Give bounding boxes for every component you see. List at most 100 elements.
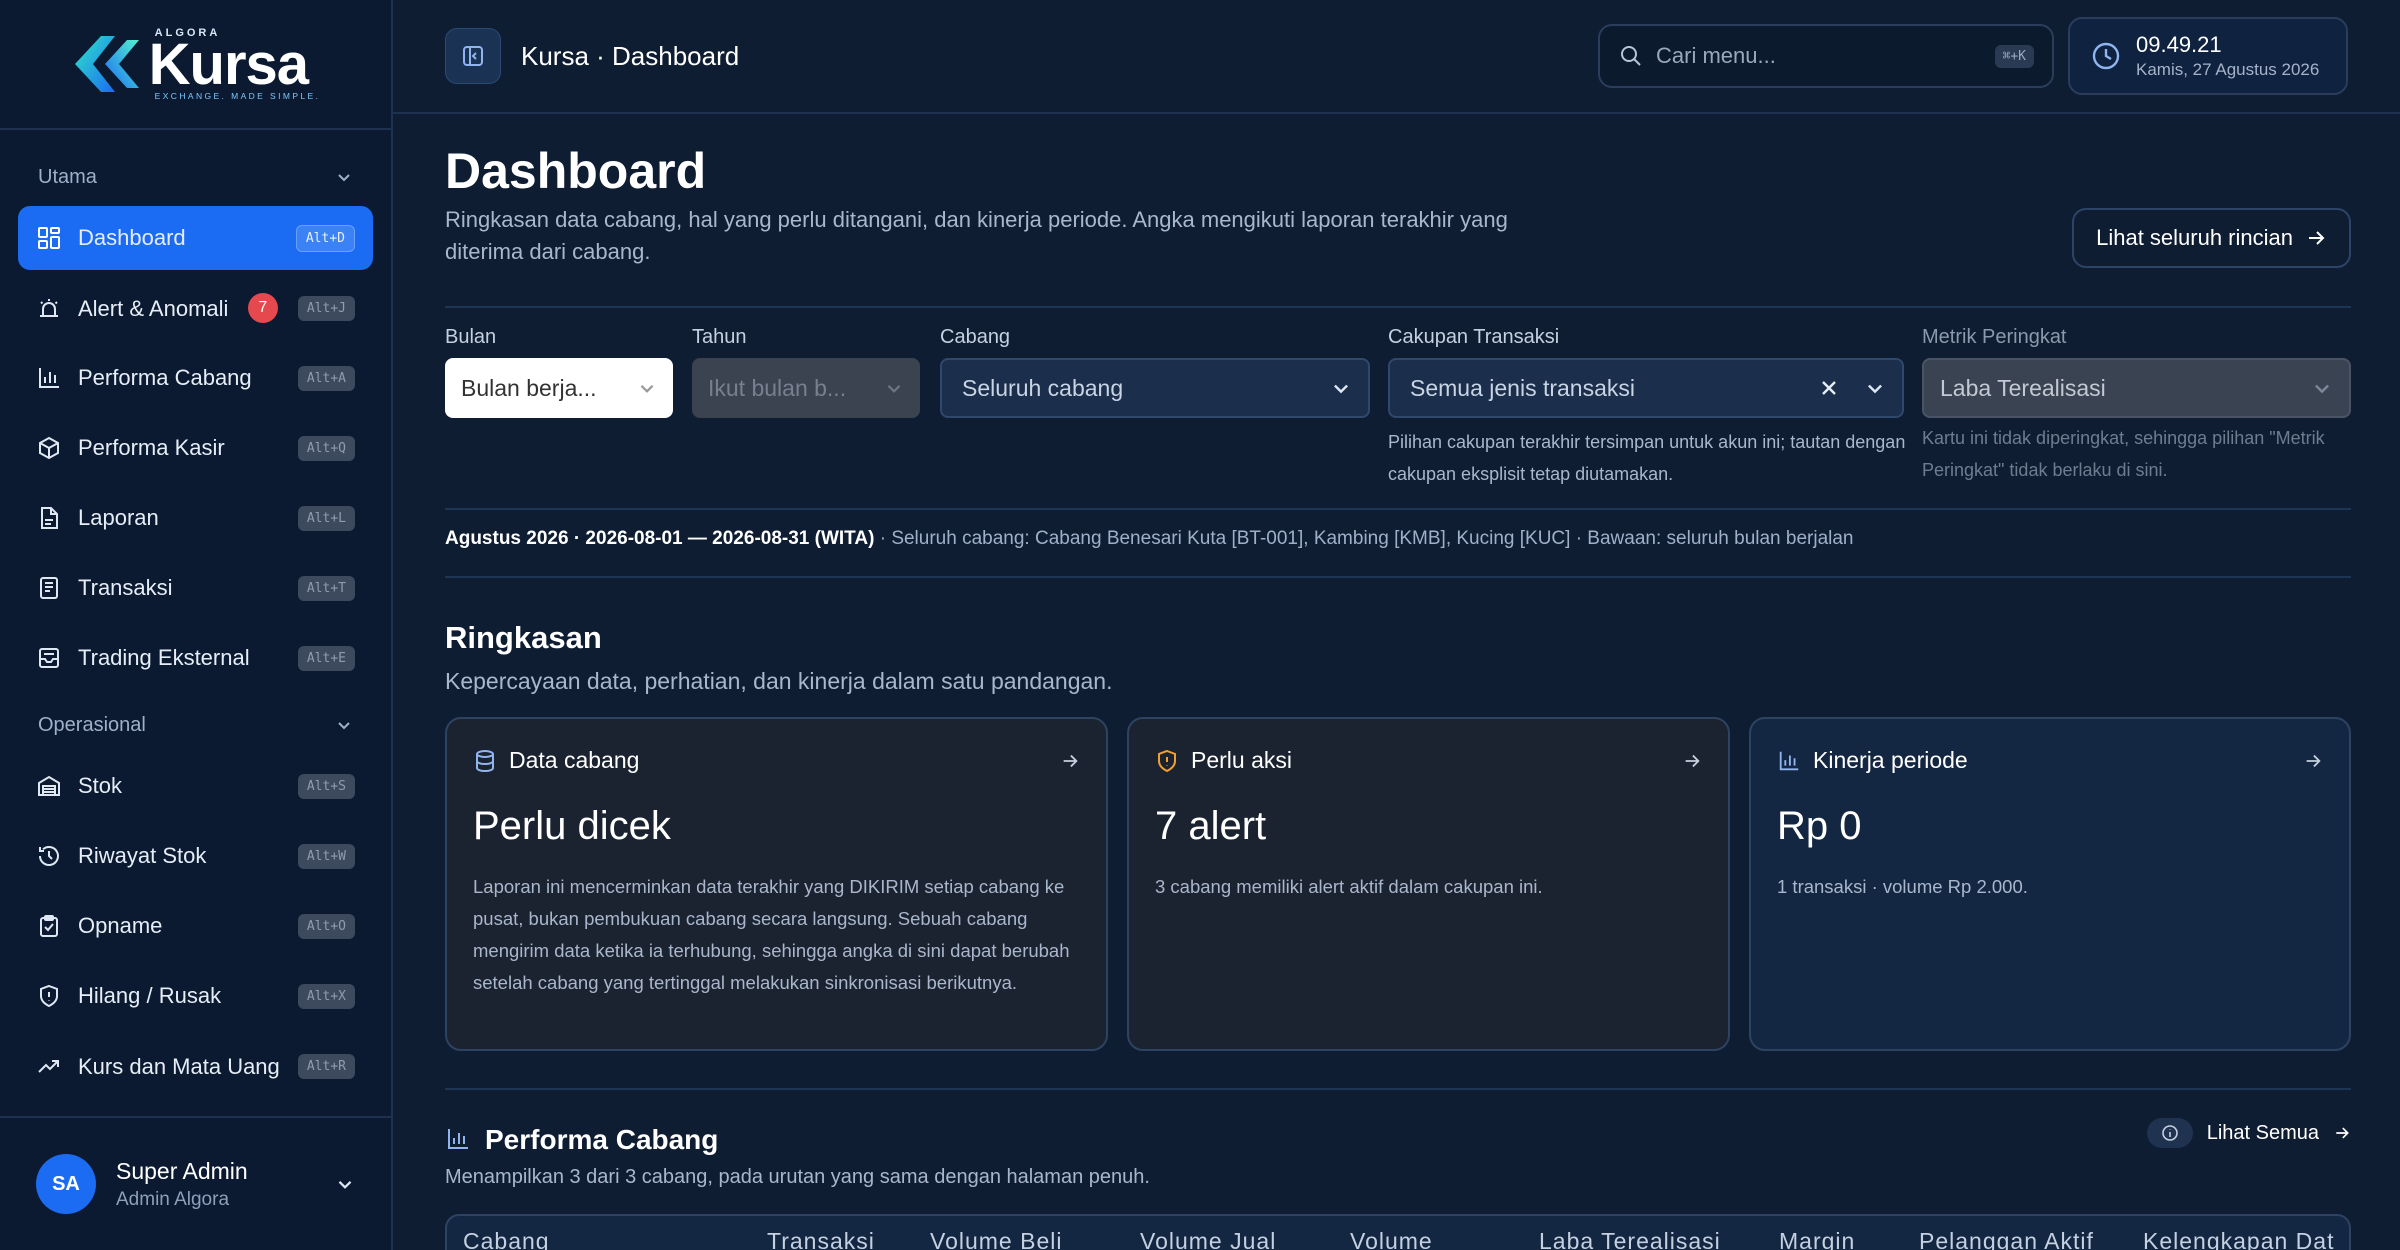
sidebar-item-label: Performa Kasir — [78, 435, 225, 460]
bar-chart-icon — [1779, 751, 1799, 770]
card-title: Kinerja periode — [1813, 747, 1968, 773]
section-utama-toggle[interactable]: Utama — [18, 148, 373, 206]
inbox-icon — [39, 648, 59, 668]
sidebar-item-label: Opname — [78, 913, 163, 938]
sidebar: ALGORA Kursa EXCHANGE. MADE SIMPLE. Utam… — [0, 0, 393, 1250]
view-all-details-button[interactable]: Lihat seluruh rincian — [2072, 208, 2351, 268]
user-name: Super Admin — [116, 1157, 248, 1184]
shortcut-hint: Alt+Q — [297, 435, 355, 461]
button-label: Lihat seluruh rincian — [2096, 225, 2293, 250]
arrow-right-icon — [1063, 754, 1078, 767]
month-value: Bulan berja... — [461, 374, 597, 401]
arrow-right-icon — [1685, 754, 1700, 767]
column-header[interactable]: Volume Beli — [930, 1228, 1062, 1250]
scope-value: Semua jenis transaksi — [1410, 374, 1635, 401]
year-select[interactable]: Ikut bulan b... — [692, 358, 920, 418]
divider — [445, 508, 2351, 510]
section-operasional-toggle[interactable]: Operasional — [18, 696, 373, 754]
divider — [445, 576, 2351, 578]
column-header[interactable]: Laba Terealisasi — [1539, 1228, 1721, 1250]
alarm-icon — [40, 299, 58, 317]
top-bar: Kursa · Dashboard Cari menu... ⌘+K 09.49… — [393, 0, 2400, 114]
card-perlu-aksi[interactable]: Perlu aksi 7 alert 3 cabang memiliki ale… — [1127, 717, 1730, 1051]
clock-time: 09.49.21 — [2136, 32, 2222, 57]
sidebar-item-dashboard[interactable]: Dashboard Alt+D — [18, 206, 373, 270]
card-body: Laporan ini mencerminkan data terakhir y… — [473, 876, 1070, 993]
sidebar-item-stok[interactable]: Stok Alt+S — [18, 754, 373, 818]
period-scope: · Seluruh cabang: Cabang Benesari Kuta [… — [874, 528, 1854, 549]
filter-label-tahun: Tahun — [692, 326, 747, 348]
search-input[interactable]: Cari menu... ⌘+K — [1598, 24, 2054, 88]
arrow-right-icon — [2306, 754, 2321, 767]
shield-icon — [40, 984, 58, 1008]
column-header[interactable]: Pelanggan Aktif — [1919, 1228, 2094, 1250]
scope-select[interactable]: Semua jenis transaksi — [1388, 358, 1904, 418]
bar-chart-icon — [448, 1129, 468, 1149]
chevron-down-icon — [1868, 384, 1882, 394]
page-title: Dashboard — [445, 143, 707, 199]
brand-tagline: EXCHANGE. MADE SIMPLE. — [154, 91, 321, 101]
column-header[interactable]: Volume Jual — [1140, 1228, 1276, 1250]
sidebar-item-performa-kasir[interactable]: Performa Kasir Alt+Q — [18, 416, 373, 480]
sidebar-item-label: Riwayat Stok — [78, 843, 207, 868]
user-menu[interactable]: SA Super Admin Admin Algora — [0, 1116, 391, 1250]
filter-label-metrik: Metrik Peringkat — [1922, 326, 2067, 348]
info-icon[interactable] — [2146, 1118, 2193, 1148]
sidebar-item-performa-cabang[interactable]: Performa Cabang Alt+A — [18, 346, 373, 410]
card-title: Perlu aksi — [1191, 747, 1292, 773]
sidebar-item-riwayat-stok[interactable]: Riwayat Stok Alt+W — [18, 824, 373, 888]
page-description: Ringkasan data cabang, hal yang perlu di… — [445, 207, 1508, 264]
column-header[interactable]: Kelengkapan Dat — [2143, 1228, 2334, 1250]
sidebar-item-label: Hilang / Rusak — [78, 983, 222, 1008]
alert-count-badge: 7 — [247, 293, 278, 323]
user-role: Admin Algora — [116, 1188, 230, 1210]
clipboard-icon — [40, 915, 58, 937]
shortcut-hint: Alt+X — [297, 983, 355, 1009]
metric-hint: Kartu ini tidak diperingkat, sehingga pi… — [1922, 428, 2325, 480]
sidebar-toggle-button[interactable] — [445, 28, 501, 84]
divider — [445, 1088, 2351, 1090]
performance-subtitle: Menampilkan 3 dari 3 cabang, pada urutan… — [445, 1166, 1150, 1188]
document-icon — [41, 507, 58, 529]
clock-icon — [2092, 42, 2120, 70]
column-header[interactable]: Transaksi — [767, 1228, 875, 1250]
sidebar-item-laporan[interactable]: Laporan Alt+L — [18, 486, 373, 550]
history-icon — [39, 846, 59, 866]
summary-subtitle: Kepercayaan data, perhatian, dan kinerja… — [445, 668, 1113, 694]
column-header[interactable]: Volume — [1350, 1228, 1433, 1250]
shield-alert-icon — [1158, 749, 1176, 772]
sidebar-item-kurs[interactable]: Kurs dan Mata Uang Alt+R — [18, 1034, 373, 1098]
card-value: Rp 0 — [1777, 804, 1862, 848]
sidebar-item-label: Trading Eksternal — [78, 645, 250, 670]
card-body: 3 cabang memiliki alert aktif dalam caku… — [1155, 876, 1543, 897]
arrow-right-icon — [2309, 231, 2325, 245]
column-header[interactable]: Cabang — [463, 1228, 550, 1250]
sidebar-item-label: Dashboard — [78, 225, 186, 250]
filter-label-bulan: Bulan — [445, 326, 497, 348]
section-title: Operasional — [38, 713, 146, 736]
receipt-icon — [40, 577, 58, 599]
warehouse-icon — [38, 775, 60, 796]
branch-select[interactable]: Seluruh cabang — [940, 358, 1370, 418]
sidebar-item-trading-eksternal[interactable]: Trading Eksternal Alt+E — [18, 626, 373, 690]
brand-word: Kursa — [148, 32, 309, 97]
sidebar-item-opname[interactable]: Opname Alt+O — [18, 894, 373, 958]
card-kinerja-periode[interactable]: Kinerja periode Rp 0 1 transaksi · volum… — [1749, 717, 2351, 1051]
month-select[interactable]: Bulan berja... — [445, 358, 673, 418]
card-data-cabang[interactable]: Data cabang Perlu dicek Laporan ini menc… — [445, 717, 1108, 1051]
card-title: Data cabang — [509, 747, 640, 773]
view-all-link[interactable]: Lihat Semua — [2146, 1118, 2351, 1148]
sidebar-item-transaksi[interactable]: Transaksi Alt+T — [18, 556, 373, 620]
ranking-metric-select[interactable]: Laba Terealisasi — [1922, 358, 2351, 418]
chevron-down-icon — [338, 1180, 352, 1189]
sidebar-item-hilang-rusak[interactable]: Hilang / Rusak Alt+X — [18, 964, 373, 1028]
clear-icon[interactable] — [1818, 377, 1840, 399]
grid-icon — [38, 227, 60, 249]
shortcut-hint: Alt+O — [297, 913, 355, 939]
view-all-label: Lihat Semua — [2206, 1121, 2319, 1144]
brand-logo[interactable]: ALGORA Kursa EXCHANGE. MADE SIMPLE. — [71, 27, 321, 101]
sidebar-item-alert[interactable]: Alert & Anomali 7 Alt+J — [18, 276, 373, 340]
column-header[interactable]: Margin — [1779, 1228, 1855, 1250]
year-value: Ikut bulan b... — [708, 374, 847, 401]
metric-value: Laba Terealisasi — [1940, 374, 2106, 401]
